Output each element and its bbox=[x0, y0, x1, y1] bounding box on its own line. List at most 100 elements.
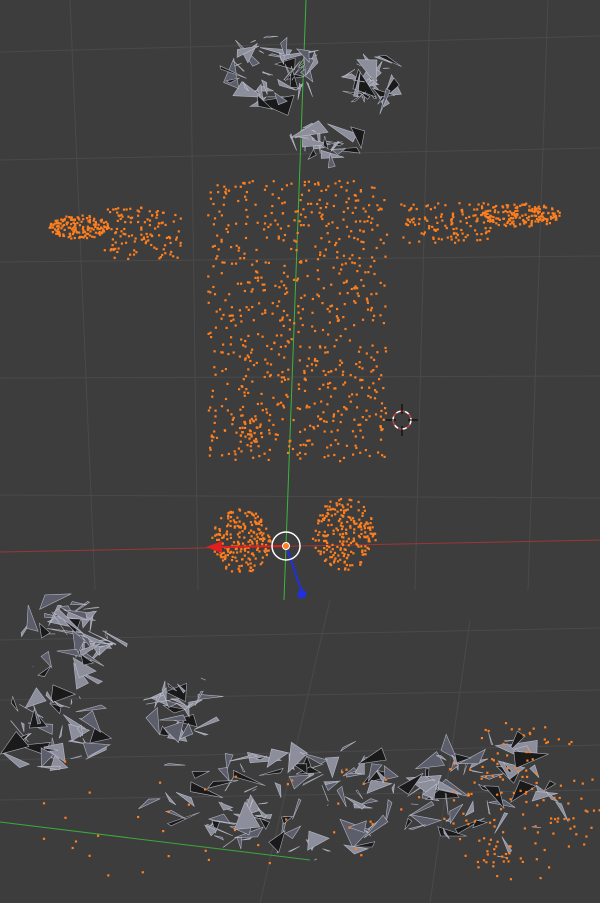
torso-vertex bbox=[230, 246, 233, 249]
arm-left-vertex bbox=[162, 248, 165, 251]
torso-vertex bbox=[358, 361, 361, 364]
torso-vertex bbox=[224, 299, 227, 302]
torso-vertex bbox=[263, 188, 267, 191]
torso-vertex bbox=[299, 457, 302, 460]
foot-right-vertex bbox=[359, 561, 362, 564]
torso-vertex bbox=[382, 387, 385, 390]
hand-left-vertex bbox=[97, 223, 100, 226]
torso-vertex bbox=[269, 363, 273, 366]
hand-right-vertex bbox=[511, 217, 514, 220]
foot-left-vertex bbox=[254, 557, 257, 560]
torso-vertex bbox=[216, 234, 219, 237]
hand-left-vertex bbox=[78, 224, 81, 227]
hand-right-vertex bbox=[551, 208, 554, 211]
lying-leg-vertex bbox=[492, 861, 495, 864]
3d-cursor-icon[interactable] bbox=[386, 404, 418, 436]
arm-left-vertex bbox=[125, 208, 128, 211]
foot-left-vertex bbox=[225, 533, 229, 536]
arm-right-vertex bbox=[440, 238, 443, 241]
head-face bbox=[262, 72, 273, 76]
lying-torso-vertex bbox=[360, 854, 363, 857]
torso-vertex bbox=[329, 305, 332, 308]
arm-left-vertex bbox=[120, 213, 123, 216]
lying-leg-vertex bbox=[465, 819, 468, 822]
torso-vertex bbox=[300, 193, 304, 196]
torso-vertex bbox=[337, 442, 340, 445]
arm-left-vertex bbox=[175, 238, 178, 241]
lying-torso-mesh bbox=[391, 783, 395, 794]
foot-right-vertex bbox=[317, 539, 320, 542]
torso-vertex bbox=[330, 283, 333, 286]
lying-torso-vertex bbox=[97, 834, 100, 837]
lying-leg-vertex bbox=[467, 792, 470, 796]
torso-vertex bbox=[292, 419, 295, 422]
foot-right-vertex bbox=[364, 545, 367, 548]
torso-vertex bbox=[246, 444, 249, 447]
hand-left-vertex bbox=[63, 219, 66, 222]
lying-torso-vertex bbox=[257, 844, 260, 847]
torso-vertex bbox=[326, 232, 329, 235]
arm-left-vertex bbox=[172, 220, 175, 223]
viewport-scene[interactable] bbox=[0, 0, 600, 903]
hand-left-vertex bbox=[94, 231, 97, 234]
torso-vertex bbox=[244, 339, 247, 343]
torso-vertex bbox=[260, 276, 263, 279]
foot-left-vertex bbox=[240, 548, 243, 551]
bear-head-upright-mesh[interactable] bbox=[219, 35, 402, 169]
arm-left-vertex bbox=[155, 216, 158, 219]
hand-right-vertex bbox=[514, 210, 517, 213]
torso-vertex bbox=[247, 368, 250, 371]
hand-left-vertex bbox=[96, 227, 99, 230]
tail-vertex bbox=[249, 445, 252, 448]
hand-right-vertex bbox=[525, 202, 528, 205]
foot-right-vertex bbox=[322, 534, 325, 537]
torso-vertex bbox=[207, 301, 210, 304]
foot-right-vertex bbox=[352, 537, 355, 540]
arm-left-vertex bbox=[153, 246, 156, 249]
foot-right-vertex bbox=[339, 509, 343, 512]
grid-line bbox=[527, 0, 549, 591]
z-axis-handle-line[interactable] bbox=[285, 545, 303, 593]
lying-torso-vertex bbox=[418, 796, 421, 799]
arm-right-vertex bbox=[465, 221, 468, 225]
arm-right-vertex bbox=[455, 236, 458, 239]
torso-vertex bbox=[379, 415, 382, 418]
arm-right-vertex bbox=[428, 225, 431, 228]
arm-left-vertex bbox=[140, 233, 143, 236]
hand-left-vertex bbox=[82, 229, 85, 232]
torso-vertex bbox=[297, 305, 300, 308]
foot-right-vertex bbox=[343, 561, 346, 564]
hand-right-vertex bbox=[530, 209, 533, 212]
lying-leg-vertex bbox=[525, 751, 528, 754]
hand-left-vertex bbox=[73, 231, 76, 234]
arm-right-vertex bbox=[429, 208, 432, 211]
torso-vertex bbox=[274, 284, 277, 287]
3d-viewport[interactable] bbox=[0, 0, 600, 903]
torso-vertex bbox=[342, 281, 345, 284]
hand-left-vertex bbox=[89, 230, 92, 233]
torso-vertex bbox=[216, 255, 219, 258]
torso-vertex bbox=[297, 330, 300, 334]
torso-vertex bbox=[366, 301, 369, 304]
torso-vertex bbox=[303, 180, 306, 184]
arm-right-vertex bbox=[437, 237, 440, 240]
bear-lying-mesh[interactable] bbox=[0, 593, 569, 861]
z-axis-handle-icon[interactable] bbox=[297, 589, 307, 599]
torso-vertex bbox=[373, 272, 376, 276]
x-axis-handle-line[interactable] bbox=[217, 545, 287, 548]
torso-vertex bbox=[243, 289, 246, 293]
grid-line bbox=[0, 375, 600, 379]
torso-vertex bbox=[258, 455, 261, 458]
arm-right-vertex bbox=[476, 217, 479, 220]
torso-vertex bbox=[227, 452, 230, 455]
torso-vertex bbox=[255, 361, 258, 364]
torso-vertex bbox=[212, 285, 215, 289]
torso-vertex bbox=[356, 406, 359, 409]
torso-vertex bbox=[244, 357, 247, 360]
arm-left-vertex bbox=[124, 233, 127, 236]
lying-torso-mesh bbox=[312, 763, 324, 769]
torso-vertex bbox=[214, 409, 217, 412]
torso-vertex bbox=[280, 380, 283, 383]
tail-vertex bbox=[243, 420, 246, 423]
foot-left-vertex bbox=[239, 526, 242, 529]
